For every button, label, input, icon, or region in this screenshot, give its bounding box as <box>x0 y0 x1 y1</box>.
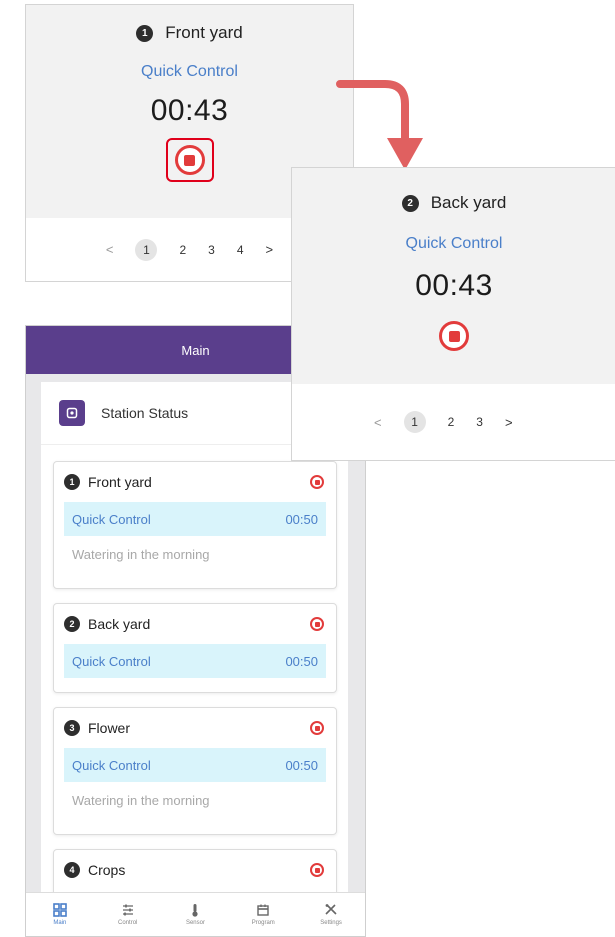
bottom-navigation: Main Control Sensor Program Settings <box>26 892 365 936</box>
transition-arrow-icon <box>336 80 423 170</box>
countdown-timer: 00:43 <box>150 94 229 127</box>
stop-button[interactable] <box>439 321 469 351</box>
stop-button[interactable] <box>174 145 205 175</box>
station-name: Flower <box>88 720 131 736</box>
station-card-flower[interactable]: 3 Flower Quick Control 00:50 Watering in… <box>53 707 337 835</box>
page-button-1[interactable]: 1 <box>135 238 158 261</box>
remaining-time: 00:50 <box>285 511 318 527</box>
station-name: Back yard <box>88 616 151 632</box>
station-number-badge: 2 <box>64 616 80 632</box>
mode-label: Quick Control <box>72 757 151 773</box>
quick-control-label[interactable]: Quick Control <box>406 235 503 253</box>
station-name: Front yard <box>88 474 152 490</box>
highlight-frame <box>165 138 214 182</box>
program-note: Watering in the morning <box>72 546 210 562</box>
quick-control-label[interactable]: Quick Control <box>141 63 238 81</box>
station-number-badge: 1 <box>136 24 154 42</box>
stop-icon <box>448 330 460 342</box>
tools-icon <box>325 904 337 915</box>
page-title: Main <box>181 342 210 358</box>
remaining-time: 00:50 <box>285 653 318 669</box>
nav-label: Sensor <box>185 920 205 926</box>
nav-item-sensor[interactable]: Sensor <box>167 903 223 926</box>
station-title: Back yard <box>430 193 507 212</box>
back-yard-control-card: 2 Back yard Quick Control 00:43 < 1 2 3 … <box>291 167 615 461</box>
station-number-badge: 3 <box>64 720 80 736</box>
station-number-badge: 2 <box>401 194 419 212</box>
pagination: < 1 2 3 > <box>292 384 615 460</box>
calendar-icon <box>257 904 269 916</box>
station-title: Front yard <box>165 23 243 42</box>
page-button-1[interactable]: 1 <box>403 411 426 433</box>
stop-icon <box>184 154 195 166</box>
quick-control-row[interactable]: Quick Control 00:50 <box>64 748 326 782</box>
grid-icon <box>53 903 67 917</box>
station-header: 1 Front yard <box>136 23 243 43</box>
stop-icon[interactable] <box>310 721 324 735</box>
nav-item-main[interactable]: Main <box>32 903 88 926</box>
nav-item-control[interactable]: Control <box>100 903 156 926</box>
page-button-3[interactable]: 3 <box>476 415 483 429</box>
mode-label: Quick Control <box>72 511 151 527</box>
next-page-button[interactable]: > <box>266 242 274 257</box>
quick-control-row[interactable]: Quick Control 00:50 <box>64 644 326 678</box>
mode-label: Quick Control <box>72 653 151 669</box>
prev-page-button[interactable]: < <box>374 415 382 430</box>
stop-icon[interactable] <box>310 617 324 631</box>
nav-label: Settings <box>320 920 342 926</box>
quick-control-row[interactable]: Quick Control 00:50 <box>64 502 326 536</box>
page-button-4[interactable]: 4 <box>237 243 244 257</box>
nav-label: Main <box>53 920 67 926</box>
stop-icon[interactable] <box>310 475 324 489</box>
remaining-time: 00:50 <box>285 757 318 773</box>
station-number-badge: 1 <box>64 474 80 490</box>
station-name: Crops <box>88 862 126 878</box>
station-header: 2 Back yard <box>401 193 507 213</box>
sliders-icon <box>122 904 133 916</box>
station-number-badge: 4 <box>64 862 80 878</box>
station-card-back-yard[interactable]: 2 Back yard Quick Control 00:50 <box>53 603 337 693</box>
nav-label: Program <box>251 920 275 926</box>
page-button-3[interactable]: 3 <box>208 243 215 257</box>
section-title: Station Status <box>101 405 189 421</box>
station-card-front-yard[interactable]: 1 Front yard Quick Control 00:50 Waterin… <box>53 461 337 589</box>
station-status-icon <box>59 400 85 426</box>
stop-icon[interactable] <box>310 863 324 877</box>
nav-item-settings[interactable]: Settings <box>303 903 359 926</box>
program-note: Watering in the morning <box>72 792 210 808</box>
thermometer-icon <box>192 904 199 917</box>
next-page-button[interactable]: > <box>505 415 513 430</box>
countdown-timer: 00:43 <box>415 269 493 302</box>
nav-label: Control <box>118 920 138 926</box>
nav-item-program[interactable]: Program <box>235 903 291 926</box>
prev-page-button[interactable]: < <box>106 242 114 257</box>
page-button-2[interactable]: 2 <box>179 243 186 257</box>
page-button-2[interactable]: 2 <box>448 415 455 429</box>
